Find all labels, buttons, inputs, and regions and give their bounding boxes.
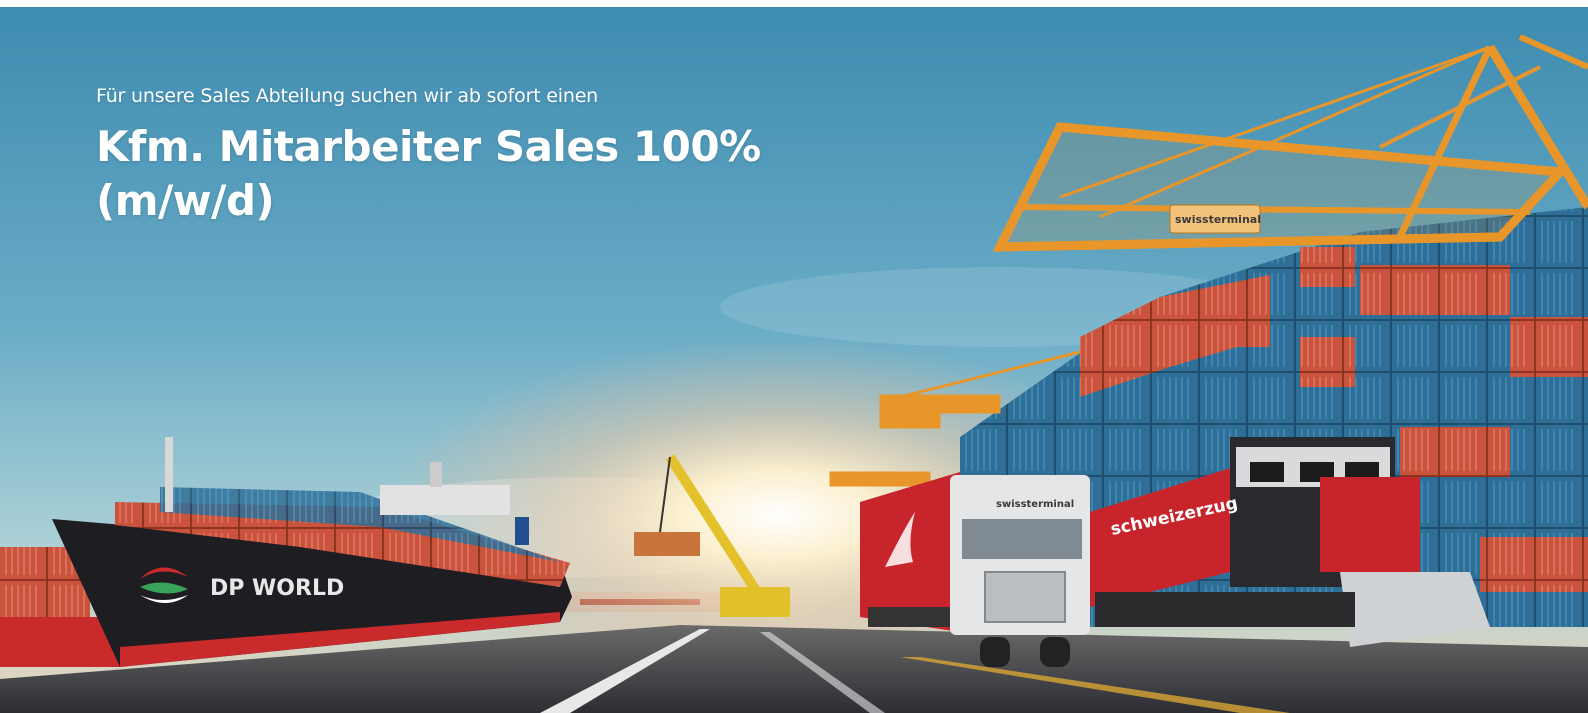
crane-brand-text: swissterminal: [1175, 213, 1261, 226]
job-title: Kfm. Mitarbeiter Sales 100% (m/w/d): [96, 120, 761, 228]
job-title-line-2: (m/w/d): [96, 176, 275, 225]
hero-banner: swissterminal DP WORLD swissterminal sch…: [0, 7, 1588, 713]
intro-text: Für unsere Sales Abteilung suchen wir ab…: [96, 85, 599, 107]
truck-brand-text: swissterminal: [996, 499, 1074, 510]
ship-brand-text: DP WORLD: [210, 576, 344, 601]
hero-copy: Für unsere Sales Abteilung suchen wir ab…: [96, 85, 761, 228]
job-title-line-1: Kfm. Mitarbeiter Sales 100%: [96, 122, 761, 171]
